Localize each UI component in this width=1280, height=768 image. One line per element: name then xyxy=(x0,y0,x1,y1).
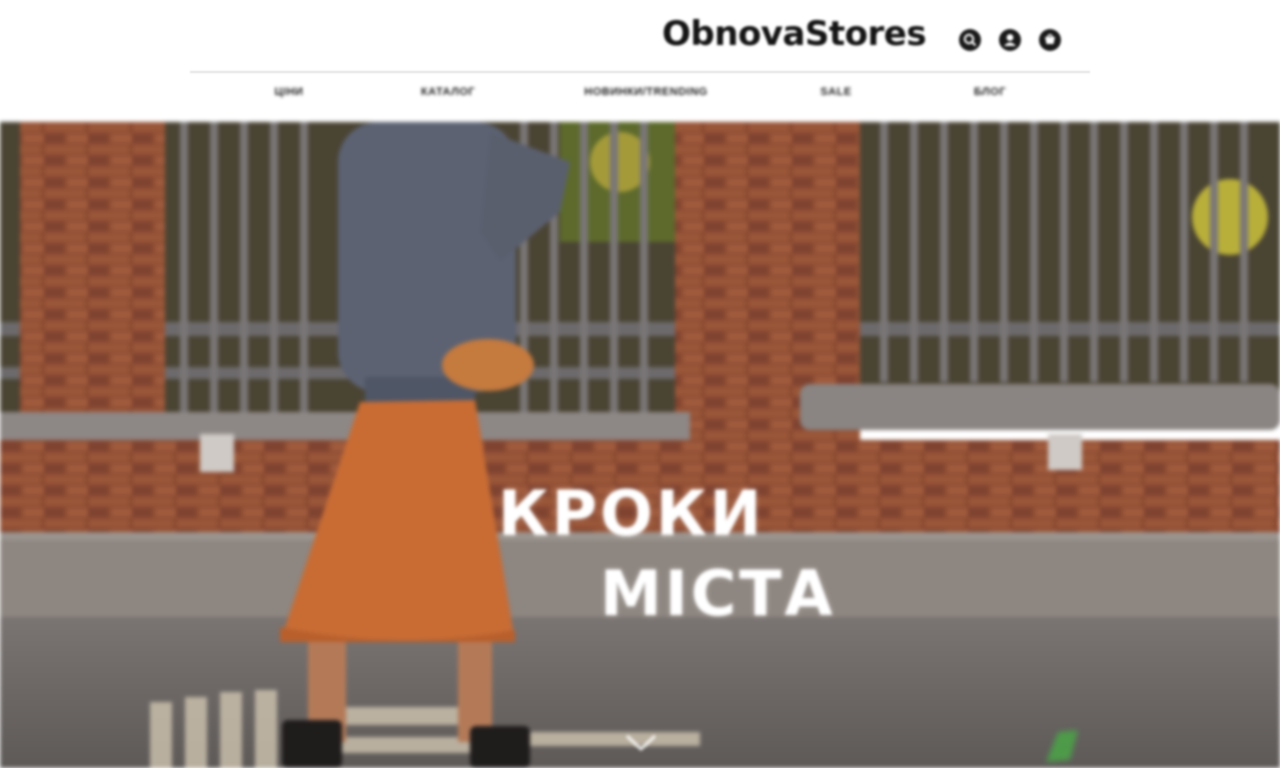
nav-item-new-trending[interactable]: Новинки/Trending xyxy=(584,86,707,98)
store-logo[interactable]: ObnovaStores xyxy=(662,14,927,54)
hero-title-line-2: МІСТА xyxy=(600,557,836,630)
hero-banner[interactable] xyxy=(0,122,1280,768)
cart-icon[interactable] xyxy=(1038,28,1062,52)
main-nav: Ціни Каталог Новинки/Trending Sale Блог xyxy=(0,86,1280,108)
header-divider xyxy=(190,71,1090,73)
hero-title-line-1: КРОКИ xyxy=(498,477,765,550)
site-header: ObnovaStores Ціни Каталог Новинки/Trendi… xyxy=(0,0,1280,122)
hero-image xyxy=(0,122,1280,768)
header-icons xyxy=(958,28,1062,52)
chat-widget-icon[interactable] xyxy=(1038,726,1084,766)
search-icon[interactable] xyxy=(958,28,982,52)
nav-item-catalog[interactable]: Каталог xyxy=(421,86,475,98)
nav-item-blog[interactable]: Блог xyxy=(974,86,1006,98)
account-icon[interactable] xyxy=(998,28,1022,52)
chevron-down-icon[interactable] xyxy=(624,732,658,754)
nav-item-prices[interactable]: Ціни xyxy=(275,86,304,98)
nav-item-sale[interactable]: Sale xyxy=(820,86,851,98)
